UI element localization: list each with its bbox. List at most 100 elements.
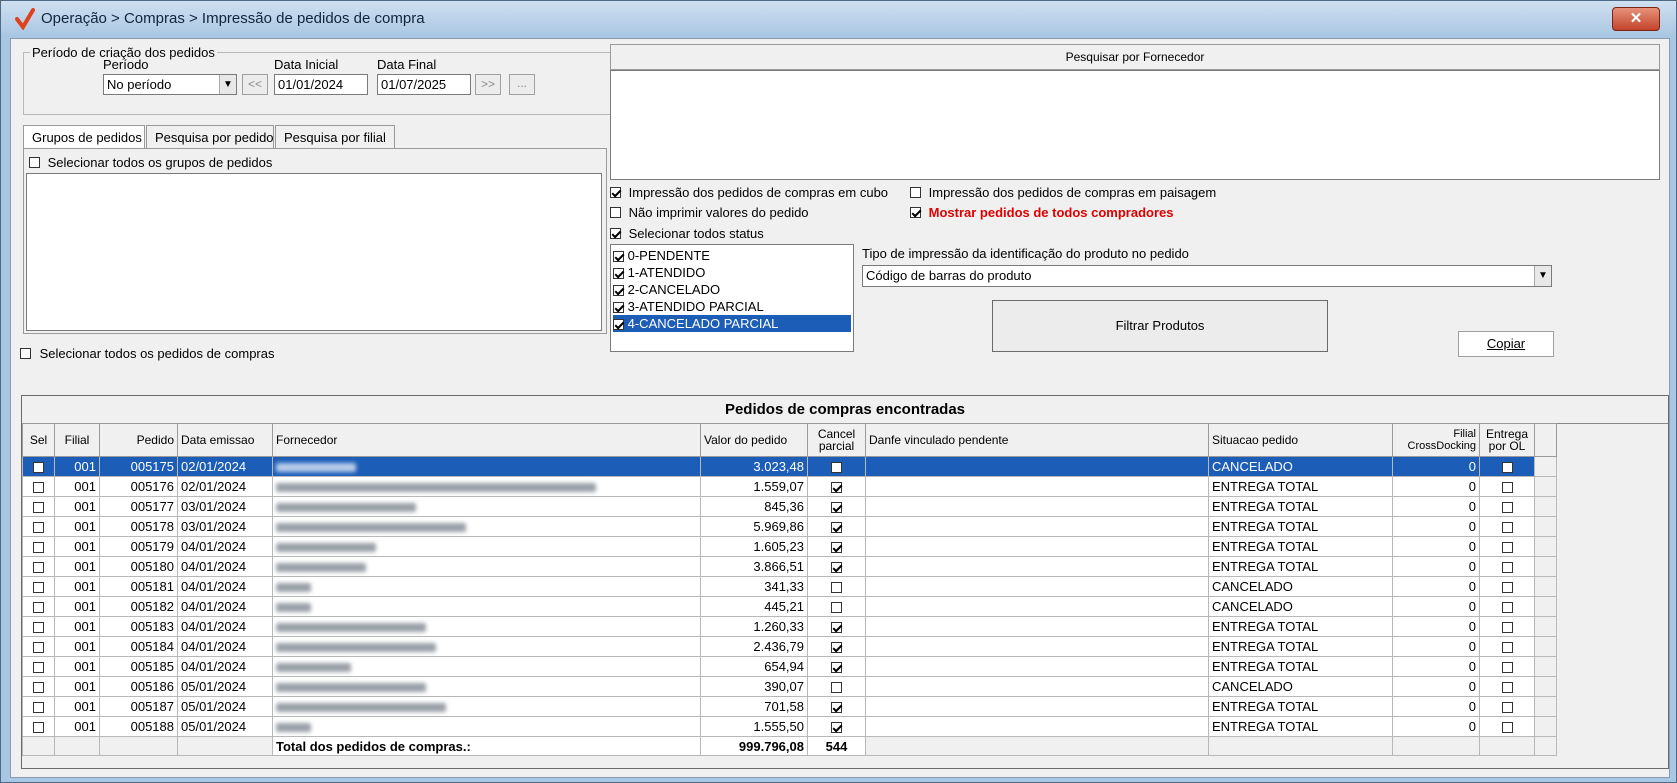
status-item-checkbox[interactable]: [613, 302, 624, 314]
row-select-checkbox[interactable]: [33, 622, 44, 634]
prev-period-button[interactable]: <<: [242, 74, 268, 95]
entrega-ol-checkbox[interactable]: [1501, 642, 1513, 654]
entrega-ol-checkbox[interactable]: [1501, 502, 1513, 514]
entrega-ol-checkbox[interactable]: [1501, 722, 1513, 734]
entrega-ol-checkbox[interactable]: [1501, 482, 1513, 494]
status-item-checkbox[interactable]: [613, 268, 624, 280]
cancel-parcial-checkbox[interactable]: [831, 562, 842, 574]
cell-entrega-ol[interactable]: [1479, 636, 1535, 657]
col-data-emissao[interactable]: Data emissao: [177, 423, 273, 457]
cell-entrega-ol[interactable]: [1479, 716, 1535, 737]
row-select-checkbox[interactable]: [33, 542, 44, 554]
row-select-cell[interactable]: [22, 456, 55, 477]
cancel-parcial-checkbox[interactable]: [831, 702, 842, 714]
status-item[interactable]: 1-ATENDIDO: [613, 264, 851, 281]
entrega-ol-checkbox[interactable]: [1501, 662, 1513, 674]
more-button[interactable]: ...: [509, 74, 535, 95]
entrega-ol-checkbox[interactable]: [1501, 562, 1513, 574]
cancel-parcial-checkbox[interactable]: [831, 722, 842, 734]
col-sel[interactable]: Sel: [22, 423, 55, 457]
row-select-checkbox[interactable]: [33, 482, 44, 494]
select-all-grupos[interactable]: Selecionar todos os grupos de pedidos: [29, 154, 272, 170]
cell-entrega-ol[interactable]: [1479, 456, 1535, 477]
opt-cubo-checkbox[interactable]: [610, 187, 621, 199]
tab-pesquisa-filial[interactable]: Pesquisa por filial: [275, 125, 395, 149]
table-row[interactable]: 001 005176 02/01/2024 1.559,07 ENTREGA TOTAL…: [22, 476, 1557, 497]
cell-entrega-ol[interactable]: [1479, 476, 1535, 497]
col-danfe[interactable]: Danfe vinculado pendente: [865, 423, 1209, 457]
table-row[interactable]: 001 005181 04/01/2024 341,33 CANCELADO 0: [22, 576, 1557, 597]
copiar-button[interactable]: Copiar: [1458, 331, 1554, 357]
entrega-ol-checkbox[interactable]: [1501, 622, 1513, 634]
select-all-pedidos[interactable]: Selecionar todos os pedidos de compras: [20, 345, 275, 361]
opt-nao-imprimir[interactable]: Não imprimir valores do pedido: [610, 204, 809, 220]
opt-mostrar-todos[interactable]: Mostrar pedidos de todos compradores: [910, 204, 1174, 220]
row-select-checkbox[interactable]: [33, 682, 44, 694]
opt-todos-status[interactable]: Selecionar todos status: [610, 225, 764, 241]
cell-entrega-ol[interactable]: [1479, 556, 1535, 577]
fornecedor-list[interactable]: [610, 70, 1660, 180]
cancel-parcial-checkbox[interactable]: [831, 622, 842, 634]
table-row[interactable]: 001 005177 03/01/2024 845,36 ENTREGA TOTAL 0: [22, 496, 1557, 517]
table-row[interactable]: 001 005187 05/01/2024 701,58 ENTREGA TOTAL 0: [22, 696, 1557, 717]
row-select-cell[interactable]: [22, 556, 55, 577]
table-row[interactable]: 001 005188 05/01/2024 1.555,50 ENTREGA TOTAL…: [22, 716, 1557, 737]
status-list[interactable]: 0-PENDENTE 1-ATENDIDO 2-CANCELADO 3-ATEN…: [610, 244, 854, 352]
cell-cancel-parcial[interactable]: [807, 616, 866, 637]
cancel-parcial-checkbox[interactable]: [831, 582, 842, 594]
col-crossdocking[interactable]: Filial CrossDocking: [1392, 423, 1480, 457]
row-select-cell[interactable]: [22, 616, 55, 637]
status-item-checkbox[interactable]: [613, 251, 624, 263]
cell-entrega-ol[interactable]: [1479, 616, 1535, 637]
cell-cancel-parcial[interactable]: [807, 636, 866, 657]
col-valor[interactable]: Valor do pedido: [700, 423, 808, 457]
row-select-checkbox[interactable]: [33, 522, 44, 534]
cell-cancel-parcial[interactable]: [807, 656, 866, 677]
cell-cancel-parcial[interactable]: [807, 476, 866, 497]
row-select-checkbox[interactable]: [33, 462, 44, 474]
status-item[interactable]: 3-ATENDIDO PARCIAL: [613, 298, 851, 315]
tipo-impressao-select[interactable]: Código de barras do produto ▼: [862, 265, 1552, 287]
table-row[interactable]: 001 005182 04/01/2024 445,21 CANCELADO 0: [22, 596, 1557, 617]
cell-cancel-parcial[interactable]: [807, 516, 866, 537]
entrega-ol-checkbox[interactable]: [1501, 462, 1513, 474]
cell-cancel-parcial[interactable]: [807, 716, 866, 737]
row-select-checkbox[interactable]: [33, 582, 44, 594]
cell-cancel-parcial[interactable]: [807, 536, 866, 557]
grupos-list[interactable]: [26, 173, 602, 331]
opt-nao-imprimir-checkbox[interactable]: [610, 207, 621, 219]
table-row[interactable]: 001 005178 03/01/2024 5.969,86 ENTREGA TOTAL…: [22, 516, 1557, 537]
entrega-ol-checkbox[interactable]: [1501, 522, 1513, 534]
table-row[interactable]: 001 005183 04/01/2024 1.260,33 ENTREGA TOTAL…: [22, 616, 1557, 637]
opt-mostrar-todos-checkbox[interactable]: [910, 207, 921, 219]
cell-entrega-ol[interactable]: [1479, 596, 1535, 617]
table-row[interactable]: 001 005175 02/01/2024 3.023,48 CANCELADO 0: [22, 456, 1557, 477]
row-select-cell[interactable]: [22, 496, 55, 517]
filtrar-produtos-button[interactable]: Filtrar Produtos: [992, 300, 1328, 352]
table-row[interactable]: 001 005185 04/01/2024 654,94 ENTREGA TOTAL 0: [22, 656, 1557, 677]
periodo-select[interactable]: No período ▼: [103, 74, 237, 95]
cancel-parcial-checkbox[interactable]: [831, 482, 842, 494]
cell-cancel-parcial[interactable]: [807, 456, 866, 477]
select-all-pedidos-checkbox[interactable]: [20, 348, 31, 360]
row-select-cell[interactable]: [22, 596, 55, 617]
cancel-parcial-checkbox[interactable]: [831, 662, 842, 674]
next-period-button[interactable]: >>: [475, 74, 501, 95]
row-select-checkbox[interactable]: [33, 602, 44, 614]
data-final-input[interactable]: 01/07/2025: [377, 74, 471, 95]
row-select-cell[interactable]: [22, 516, 55, 537]
cell-cancel-parcial[interactable]: [807, 676, 866, 697]
cell-cancel-parcial[interactable]: [807, 496, 866, 517]
col-cancel-parcial[interactable]: Cancel parcial: [807, 423, 866, 457]
entrega-ol-checkbox[interactable]: [1501, 602, 1513, 614]
chevron-down-icon[interactable]: ▼: [219, 75, 236, 94]
select-all-grupos-checkbox[interactable]: [29, 157, 40, 169]
cancel-parcial-checkbox[interactable]: [831, 502, 842, 514]
row-select-checkbox[interactable]: [33, 562, 44, 574]
status-item-checkbox[interactable]: [613, 319, 624, 331]
table-row[interactable]: 001 005184 04/01/2024 2.436,79 ENTREGA TOTAL…: [22, 636, 1557, 657]
cancel-parcial-checkbox[interactable]: [831, 522, 842, 534]
cell-cancel-parcial[interactable]: [807, 596, 866, 617]
row-select-checkbox[interactable]: [33, 722, 44, 734]
cell-cancel-parcial[interactable]: [807, 696, 866, 717]
